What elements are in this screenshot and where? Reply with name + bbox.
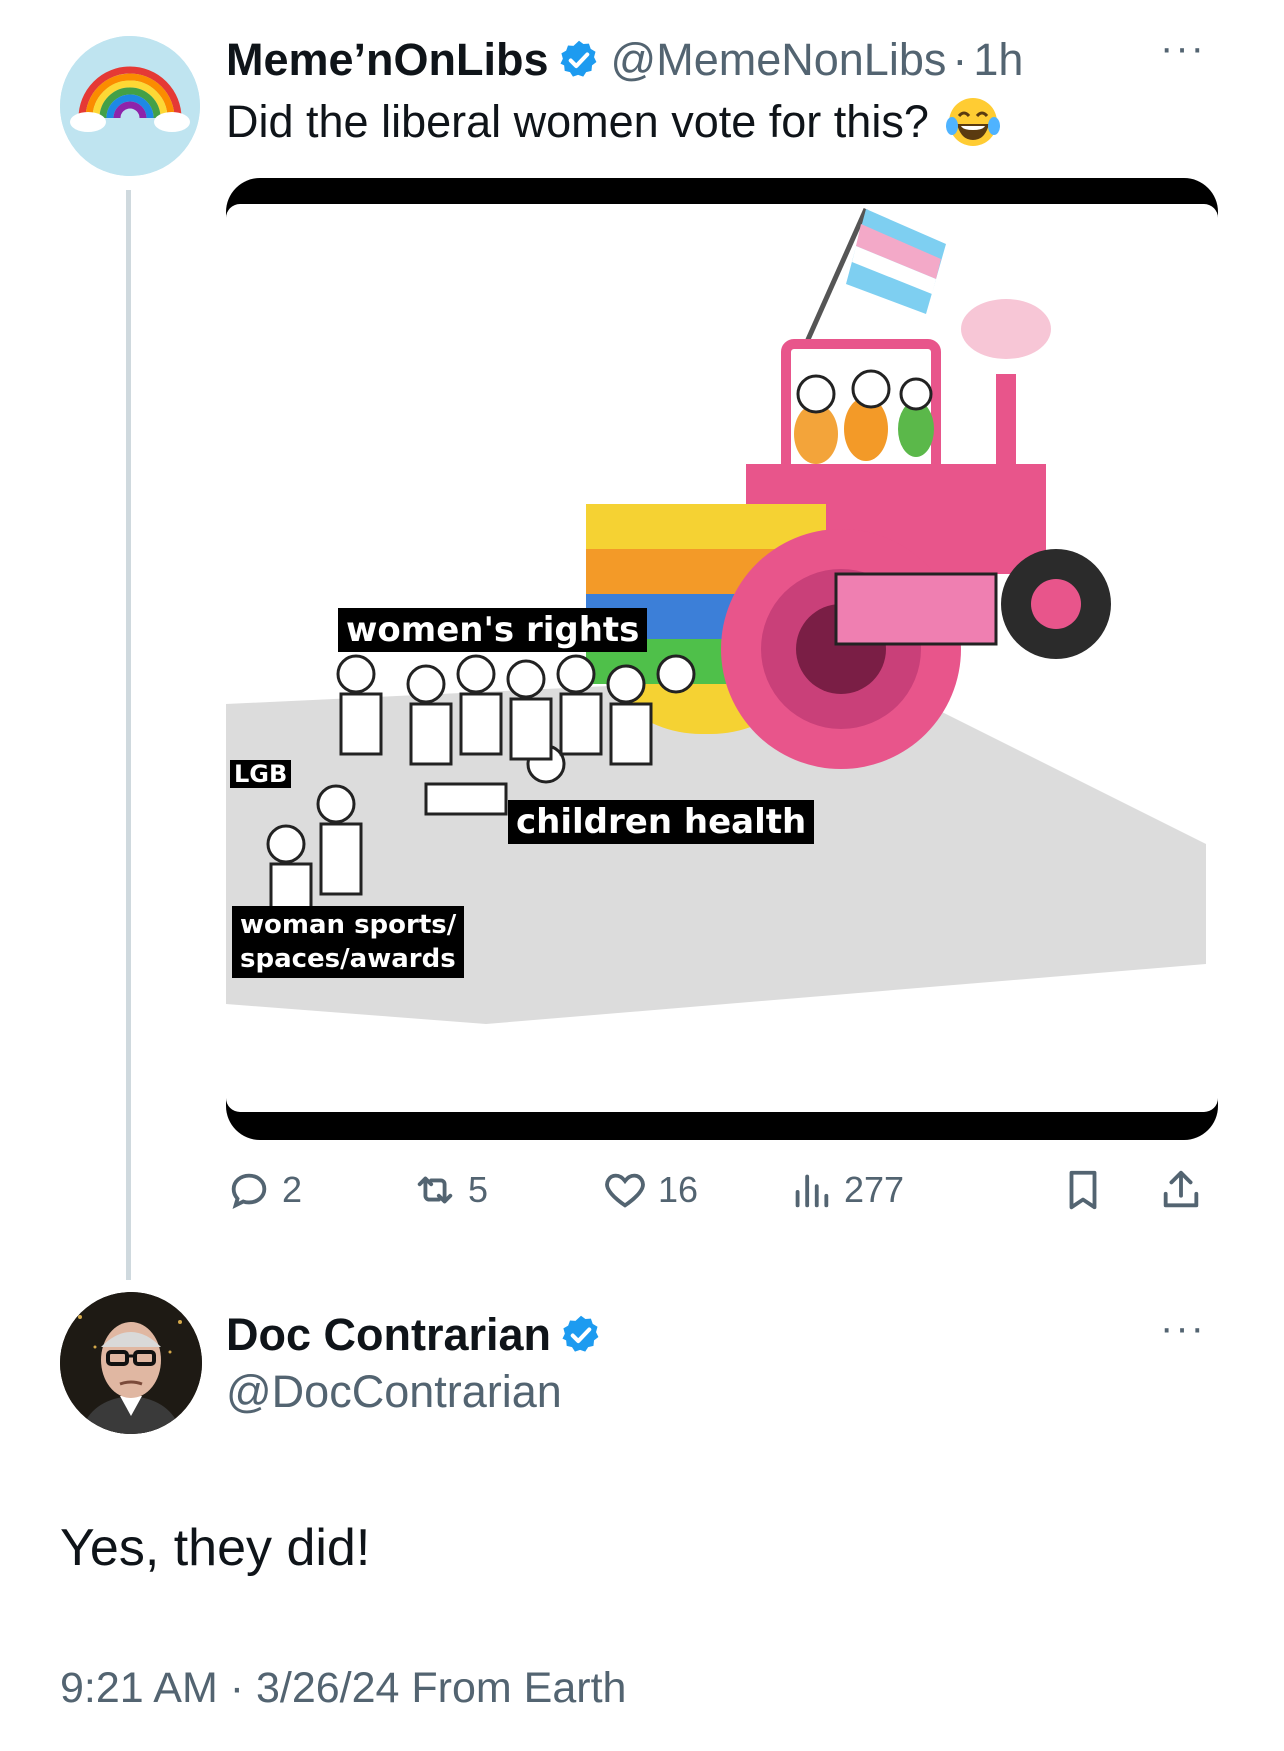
repost-button[interactable]: 5 [412, 1160, 488, 1220]
tweet-text: Did the liberal women vote for this? [226, 92, 1003, 152]
tweet-text-content: Did the liberal women vote for this? [226, 96, 929, 147]
reply-button[interactable]: 2 [226, 1160, 302, 1220]
repost-icon [417, 1176, 453, 1204]
timestamp[interactable]: 1h [973, 34, 1023, 86]
meme-label-children-health: children health [508, 800, 815, 844]
handle[interactable]: @MemeNonLibs [611, 34, 947, 86]
handle[interactable]: @DocContrarian [226, 1366, 562, 1418]
reply-text: Yes, they did! [60, 1519, 371, 1577]
bookmark-button[interactable] [1060, 1160, 1116, 1220]
bookmark-icon [1069, 1170, 1097, 1210]
share-button[interactable] [1158, 1160, 1214, 1220]
meme-label-womens-rights: women's rights [338, 608, 648, 652]
display-name[interactable]: Meme’nOnLibs [226, 34, 549, 86]
heart-icon [605, 1173, 645, 1208]
action-bar: 2 5 16 277 [226, 1160, 1218, 1220]
thread-line [126, 190, 131, 1280]
display-name[interactable]: Doc Contrarian [226, 1309, 551, 1361]
more-options-icon[interactable]: ··· [1160, 26, 1206, 71]
repost-count: 5 [468, 1169, 489, 1210]
separator: · [952, 34, 968, 85]
more-options-icon[interactable]: ··· [1160, 1306, 1206, 1351]
meme-label-lgb: LGB [230, 760, 292, 788]
share-icon [1163, 1170, 1199, 1208]
tweet-header: Meme’nOnLibs @MemeNonLibs · 1h [226, 30, 1023, 90]
meme-label-woman-sports-line1: woman sports/ [240, 910, 457, 940]
tweet-media[interactable]: women's rights LGB children health woman… [226, 178, 1218, 1140]
face-with-tears-of-joy-icon [945, 98, 1000, 146]
portrait-avatar-icon [60, 1292, 202, 1434]
meme-label-woman-sports: woman sports/ spaces/awards [232, 906, 465, 978]
reply-count: 2 [282, 1169, 303, 1210]
reply-icon [231, 1173, 267, 1209]
avatar[interactable] [60, 1292, 202, 1434]
like-button[interactable]: 16 [602, 1160, 698, 1220]
reply-header: Doc Contrarian [226, 1305, 613, 1365]
rainbow-avatar-icon [60, 36, 200, 176]
verified-badge-icon[interactable] [557, 38, 601, 82]
avatar[interactable] [60, 36, 200, 176]
views-icon [795, 1174, 829, 1208]
verified-badge-icon[interactable] [559, 1313, 603, 1357]
meme-image: women's rights LGB children health woman… [226, 204, 1218, 1112]
views-button[interactable]: 277 [788, 1160, 904, 1220]
like-count: 16 [658, 1169, 699, 1210]
reply-timestamp[interactable]: 9:21 AM · 3/26/24 From Earth [60, 1664, 626, 1713]
meme-label-woman-sports-line2: spaces/awards [240, 944, 456, 974]
views-count: 277 [844, 1169, 905, 1210]
